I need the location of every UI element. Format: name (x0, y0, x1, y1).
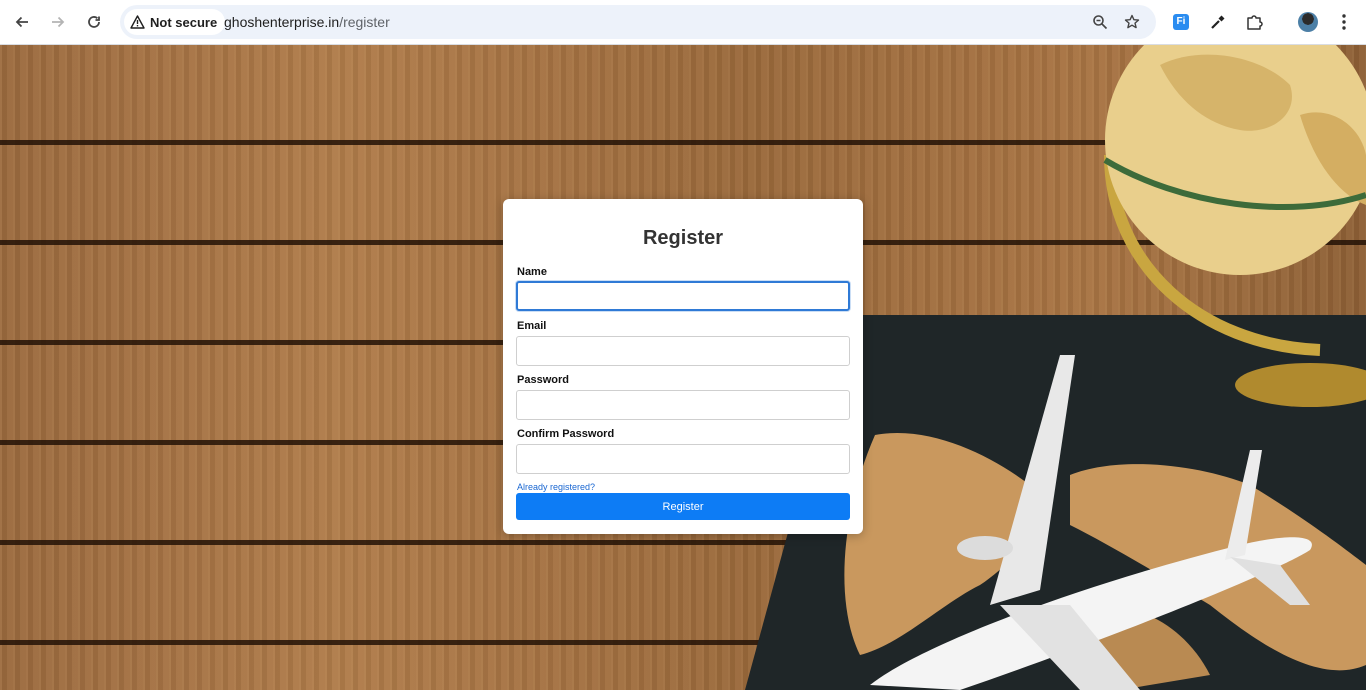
password-label: Password (517, 374, 569, 386)
arrow-right-icon (52, 16, 65, 28)
back-button[interactable] (8, 8, 36, 36)
bookmark-button[interactable] (1120, 10, 1144, 34)
password-input[interactable] (516, 390, 850, 420)
fi-extension-icon: Fi (1173, 14, 1189, 30)
kebab-menu-icon (1342, 14, 1346, 30)
arrow-left-icon (15, 16, 28, 28)
address-bar[interactable]: Not secure ghoshenterprise.in/register (120, 5, 1156, 39)
browser-menu-button[interactable] (1331, 9, 1357, 35)
url-path: /register (339, 14, 390, 30)
eyedropper-icon (1211, 15, 1225, 29)
forward-button[interactable] (44, 8, 72, 36)
register-card: Register Name Email Password Confirm Pas… (503, 199, 863, 534)
zoom-button[interactable] (1088, 10, 1112, 34)
name-label: Name (517, 266, 547, 278)
security-indicator[interactable]: Not secure (124, 9, 226, 35)
email-label: Email (517, 320, 547, 332)
confirm-password-label: Confirm Password (517, 428, 615, 440)
extensions-button[interactable] (1241, 9, 1267, 35)
star-icon (1124, 14, 1140, 29)
avatar (1298, 12, 1318, 32)
url-text[interactable]: ghoshenterprise.in/register (224, 5, 390, 39)
eyedropper-extension-button[interactable] (1205, 9, 1231, 35)
confirm-password-input[interactable] (516, 444, 850, 474)
reload-button[interactable] (80, 8, 108, 36)
already-registered-link[interactable]: Already registered? (517, 482, 595, 492)
warning-icon (130, 15, 145, 29)
register-button[interactable]: Register (516, 493, 850, 520)
security-label: Not secure (150, 14, 218, 30)
form-title: Register (642, 227, 724, 249)
email-input[interactable] (516, 336, 850, 366)
extension-fi-button[interactable]: Fi (1168, 9, 1194, 35)
name-input[interactable] (516, 281, 850, 311)
puzzle-icon (1247, 15, 1263, 30)
page-background: Register Name Email Password Confirm Pas… (0, 45, 1366, 690)
zoom-icon (1093, 15, 1108, 30)
url-host: ghoshenterprise.in (224, 14, 340, 30)
browser-toolbar: Not secure ghoshenterprise.in/register F… (0, 0, 1366, 45)
reload-icon (88, 16, 100, 28)
profile-button[interactable] (1295, 9, 1321, 35)
